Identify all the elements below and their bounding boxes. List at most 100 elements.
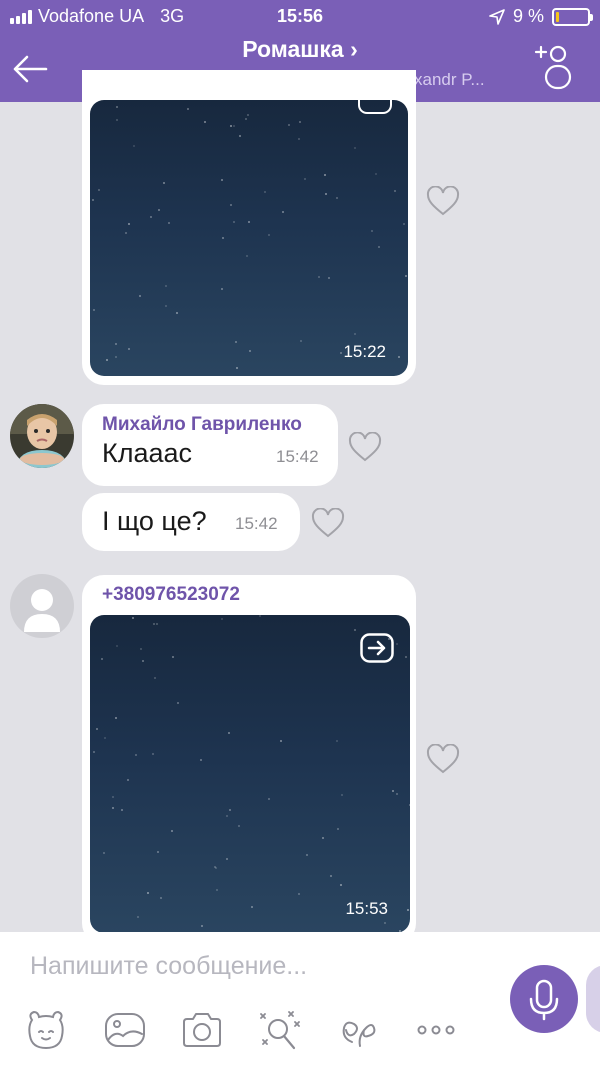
photo-star — [229, 204, 232, 207]
camera-icon[interactable] — [180, 1008, 224, 1052]
doodle-icon[interactable] — [258, 1008, 302, 1052]
photo-star — [105, 359, 108, 362]
heart-icon[interactable] — [426, 186, 460, 216]
gif-icon[interactable] — [336, 1008, 380, 1052]
photo-star — [97, 189, 100, 192]
photo-star — [327, 276, 330, 279]
heart-icon[interactable] — [348, 432, 382, 462]
photo-star — [127, 778, 130, 781]
sender-name[interactable]: Михайло Гавриленко — [102, 414, 302, 436]
photo-star — [303, 177, 306, 180]
photo-star — [268, 234, 271, 237]
photo-star — [222, 237, 225, 240]
photo-star — [233, 124, 236, 127]
child-photo-icon — [10, 404, 74, 468]
heart-icon[interactable] — [311, 508, 345, 538]
photo-thumbnail[interactable]: 15:22 — [90, 100, 408, 376]
photo-star — [354, 332, 357, 335]
photo-star — [245, 254, 248, 257]
heart-icon[interactable] — [426, 744, 460, 774]
status-bar: Vodafone UA 3G 15:56 9 % — [0, 0, 600, 34]
photo-star — [165, 305, 168, 308]
photo-star — [92, 750, 95, 753]
photo-star — [157, 850, 160, 853]
photo-star — [279, 740, 282, 743]
photo-star — [263, 191, 266, 194]
photo-star — [371, 229, 374, 232]
photo-star — [336, 739, 339, 742]
avatar[interactable] — [10, 404, 74, 468]
default-avatar-icon — [24, 589, 60, 632]
photo-thumbnail[interactable]: 15:53 — [90, 615, 410, 933]
photo-star — [403, 223, 406, 225]
battery-percent: 9 % — [512, 6, 544, 26]
photo-star — [340, 884, 343, 887]
photo-star — [114, 342, 117, 345]
photo-star — [406, 908, 409, 911]
photo-star — [124, 231, 127, 234]
message-time: 15:53 — [345, 899, 388, 918]
photo-star — [221, 287, 224, 290]
photo-star — [92, 308, 95, 311]
photo-star — [239, 134, 242, 137]
photo-star — [391, 790, 394, 793]
mic-button[interactable] — [510, 965, 578, 1033]
photo-star — [354, 146, 357, 149]
photo-star — [395, 793, 398, 796]
photo-star — [340, 794, 343, 797]
photo-star — [160, 896, 163, 899]
message-input[interactable]: Напишите сообщение... — [30, 952, 307, 981]
avatar[interactable] — [10, 574, 74, 638]
photo-star — [104, 736, 107, 739]
photo-star — [226, 814, 229, 817]
gallery-icon[interactable] — [103, 1008, 147, 1052]
share-forward-icon[interactable] — [358, 100, 392, 114]
photo-star — [393, 189, 396, 192]
sender-name[interactable]: +380976523072 — [102, 584, 240, 606]
photo-star — [216, 889, 219, 892]
photo-star — [221, 617, 224, 620]
photo-star — [115, 355, 118, 358]
photo-star — [235, 366, 238, 369]
sticker-icon[interactable] — [24, 1008, 68, 1052]
message-text: Клааас — [102, 438, 193, 468]
photo-star — [298, 893, 301, 896]
photo-star — [175, 311, 178, 314]
more-icon[interactable] — [414, 1008, 458, 1052]
back-arrow-icon[interactable] — [12, 54, 48, 84]
photo-star — [152, 752, 155, 755]
photo-star — [135, 753, 138, 756]
photo-star — [214, 867, 217, 870]
message-time: 15:22 — [343, 342, 386, 361]
battery-icon — [552, 7, 593, 26]
photo-star — [305, 853, 308, 856]
mic-icon — [529, 979, 559, 1021]
photo-star — [102, 851, 105, 854]
photo-star — [396, 642, 399, 645]
photo-star — [141, 659, 144, 662]
photo-star — [409, 804, 410, 807]
photo-star — [237, 825, 240, 828]
photo-star — [353, 628, 356, 631]
photo-star — [317, 276, 320, 279]
photo-star — [230, 124, 233, 127]
photo-star — [116, 644, 119, 647]
photo-star — [281, 210, 284, 213]
photo-star — [112, 806, 115, 809]
photo-star — [225, 857, 228, 860]
photo-star — [115, 716, 118, 719]
add-member-icon[interactable] — [534, 44, 582, 92]
photo-star — [235, 340, 238, 343]
photo-star — [136, 916, 139, 918]
photo-star — [375, 172, 377, 175]
next-action-button[interactable] — [586, 965, 600, 1033]
photo-star — [248, 350, 251, 353]
photo-star — [299, 340, 302, 342]
message-time: 15:42 — [276, 447, 319, 466]
photo-message[interactable]: 15:22 — [82, 70, 416, 385]
photo-star — [340, 352, 343, 355]
photo-star — [112, 795, 115, 798]
photo-star — [154, 677, 157, 680]
chat-title[interactable]: Ромашка › — [80, 36, 520, 63]
message-text: І що це? — [102, 506, 207, 536]
